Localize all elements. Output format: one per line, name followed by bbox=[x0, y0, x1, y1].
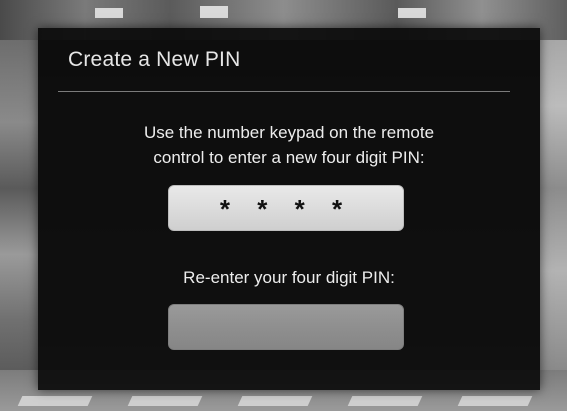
tv-screen: Create a New PIN Use the number keypad o… bbox=[0, 0, 567, 411]
instruction-line-2: control to enter a new four digit PIN: bbox=[153, 148, 425, 167]
create-pin-dialog: Create a New PIN Use the number keypad o… bbox=[38, 28, 540, 390]
title-divider bbox=[58, 91, 510, 92]
instructions-text: Use the number keypad on the remote cont… bbox=[38, 120, 540, 170]
road-stripe bbox=[237, 396, 313, 406]
street-sign bbox=[200, 6, 228, 18]
new-pin-value: * * * * bbox=[219, 194, 353, 224]
background-video-left bbox=[0, 40, 38, 370]
street-sign bbox=[398, 8, 426, 18]
road-stripe bbox=[127, 396, 203, 406]
road-stripe bbox=[17, 396, 93, 406]
road-stripe bbox=[457, 396, 533, 406]
dialog-title: Create a New PIN bbox=[68, 48, 241, 71]
street-sign bbox=[95, 8, 123, 18]
confirm-pin-field[interactable] bbox=[168, 304, 404, 350]
new-pin-field[interactable]: * * * * bbox=[168, 185, 404, 231]
reenter-pin-label: Re-enter your four digit PIN: bbox=[183, 268, 395, 287]
instruction-line-1: Use the number keypad on the remote bbox=[143, 123, 435, 142]
road-stripe bbox=[347, 396, 423, 406]
background-video-right bbox=[540, 40, 567, 370]
